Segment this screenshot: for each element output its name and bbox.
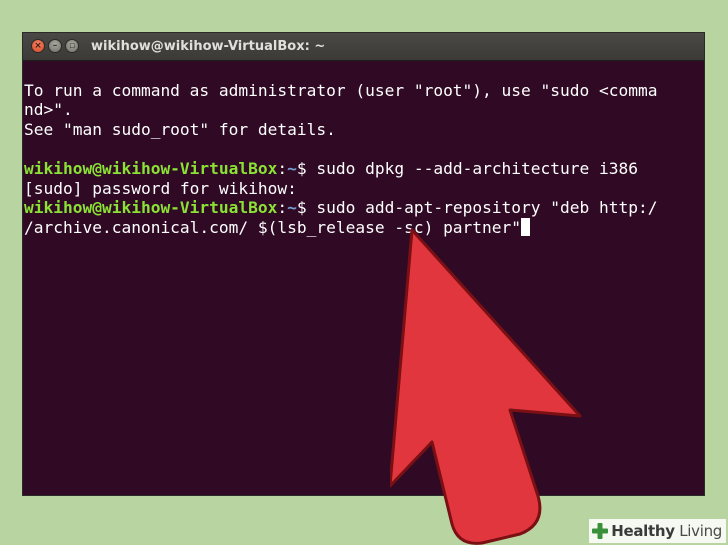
minimize-icon[interactable]: –: [48, 39, 62, 53]
prompt-symbol: $: [296, 198, 317, 218]
window-title: wikihow@wikihow-VirtualBox: ~: [91, 39, 326, 54]
prompt-path: ~: [287, 158, 297, 178]
prompt-symbol: $: [296, 158, 317, 178]
prompt-user-host: wikihow@wikihow-VirtualBox: [24, 158, 278, 178]
output-line: To run a command as administrator (user …: [24, 80, 658, 100]
watermark-logo: Healthy Living: [589, 519, 726, 543]
command-text: sudo add-apt-repository "deb http:/: [316, 198, 658, 218]
command-line-2: wikihow@wikihow-VirtualBox:~$ sudo add-a…: [24, 198, 704, 218]
command-line-1: wikihow@wikihow-VirtualBox:~$ sudo dpkg …: [24, 159, 704, 179]
title-bar: × – ▫ wikihow@wikihow-VirtualBox: ~: [23, 33, 704, 61]
close-icon[interactable]: ×: [31, 39, 45, 53]
pointer-arrow-icon: [390, 228, 582, 545]
sudo-password-prompt: [sudo] password for wikihow:: [24, 178, 297, 198]
prompt-path: ~: [287, 198, 297, 218]
maximize-icon[interactable]: ▫: [65, 39, 79, 53]
terminal-window: × – ▫ wikihow@wikihow-VirtualBox: ~ To r…: [23, 33, 704, 495]
watermark-text: Healthy Living: [611, 522, 722, 540]
prompt-user-host: wikihow@wikihow-VirtualBox: [24, 198, 278, 218]
prompt-separator: :: [277, 158, 288, 178]
prompt-separator: :: [277, 198, 288, 218]
output-line: See "man sudo_root" for details.: [24, 119, 336, 139]
command-line-2-wrap[interactable]: /archive.canonical.com/ $(lsb_release -s…: [24, 217, 704, 238]
output-line: nd>".: [24, 100, 73, 120]
command-text: sudo dpkg --add-architecture i386: [316, 158, 638, 178]
plus-leaf-icon: [592, 523, 609, 539]
terminal-output[interactable]: To run a command as administrator (user …: [23, 61, 704, 495]
